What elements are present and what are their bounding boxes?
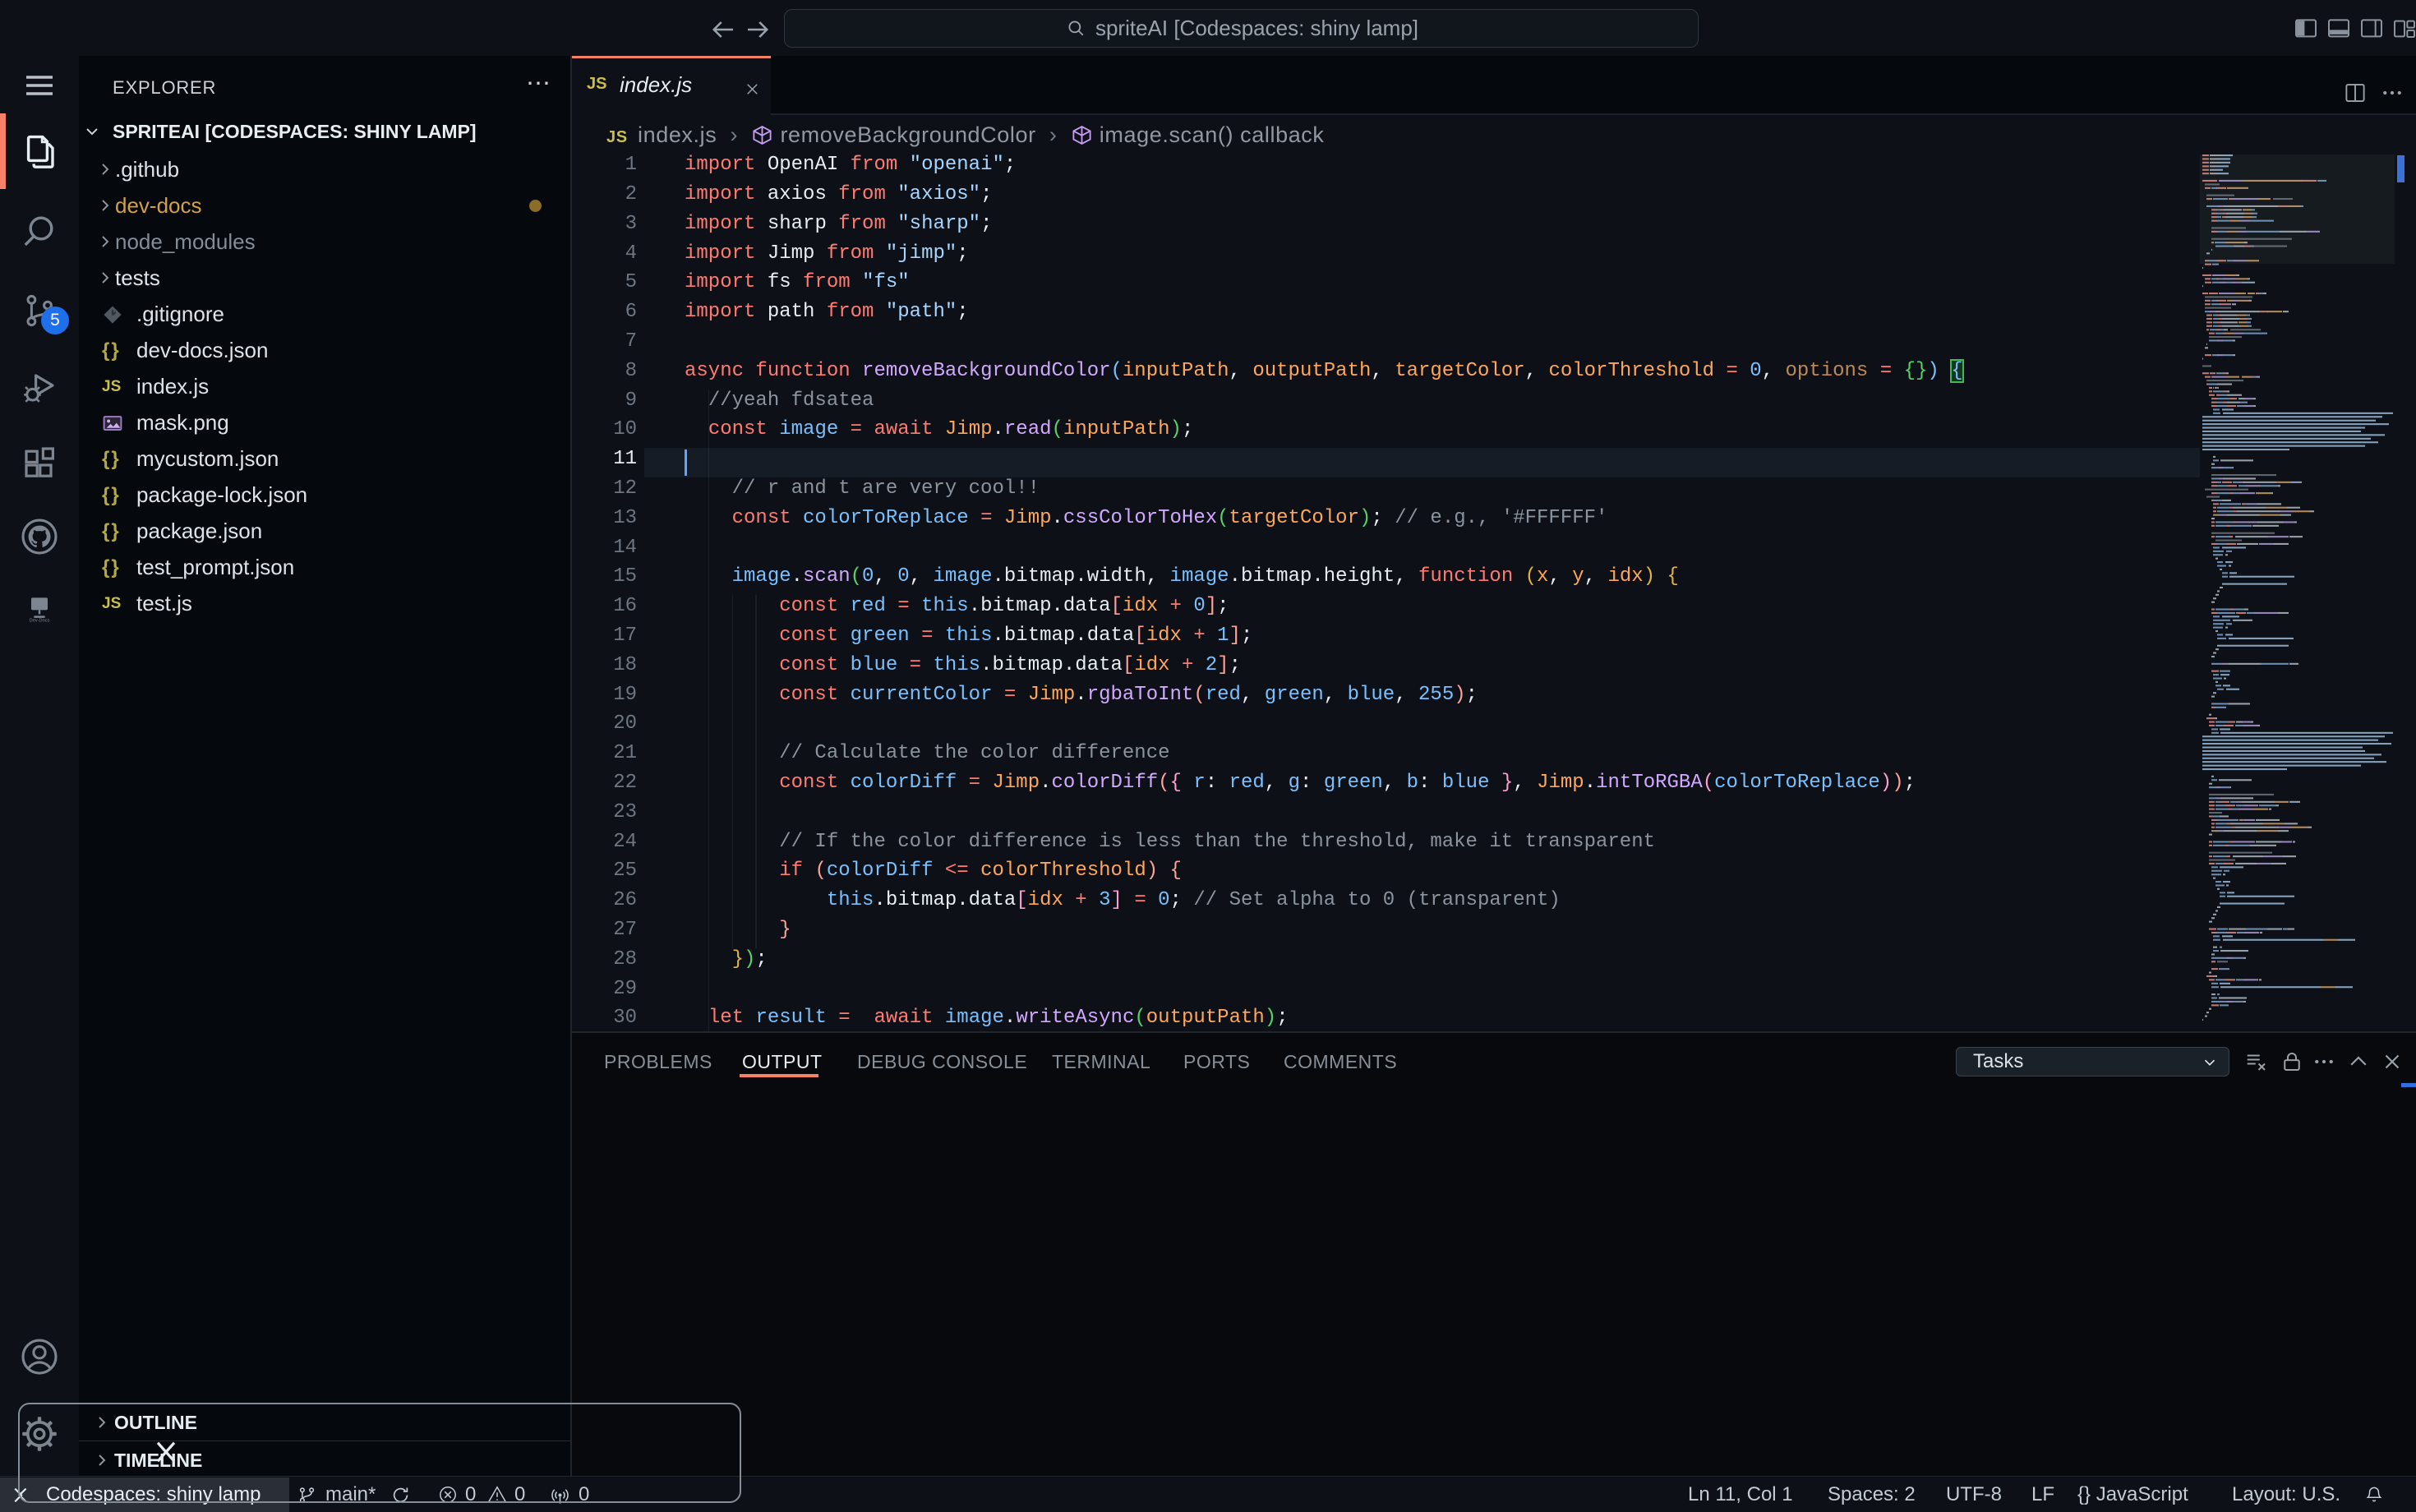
svg-text:Dev-Docs: Dev-Docs (30, 619, 50, 624)
